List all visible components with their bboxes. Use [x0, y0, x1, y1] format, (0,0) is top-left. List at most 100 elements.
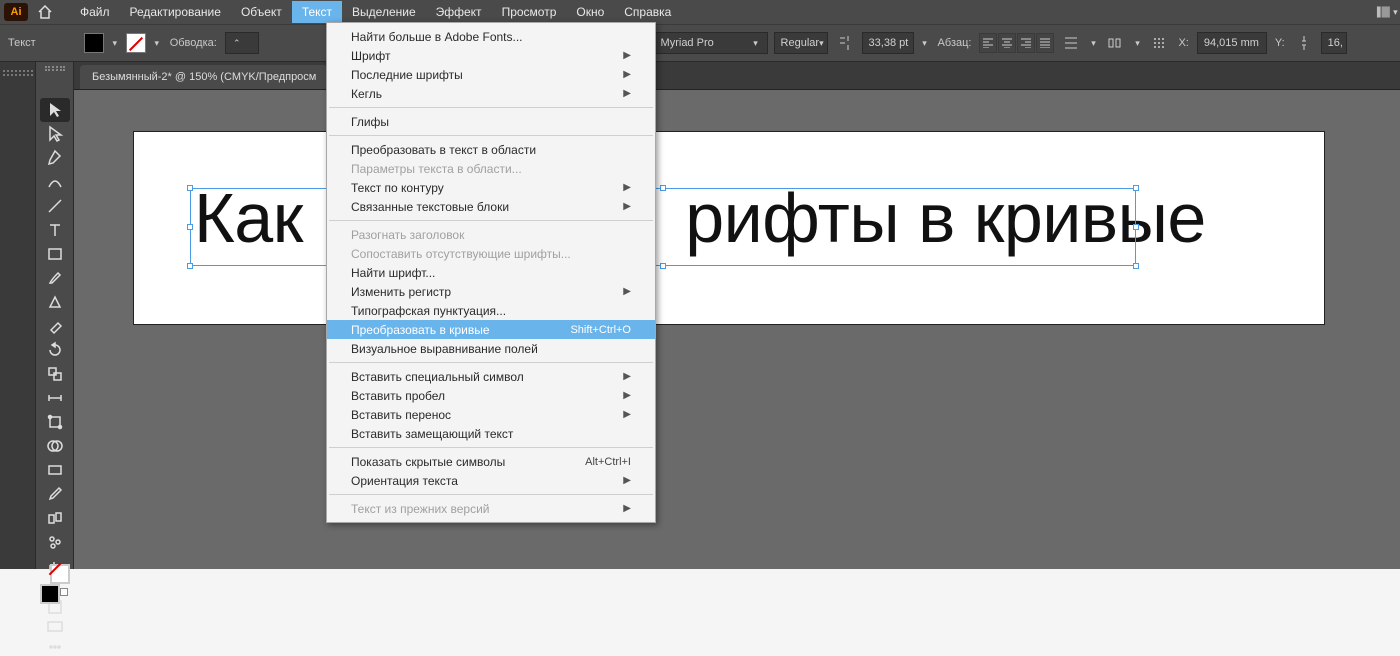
- panel-drag-handle[interactable]: [3, 70, 33, 76]
- document-tabbar: Безымянный-2* @ 150% (CMYK/Предпросм: [74, 62, 1400, 90]
- menu-option-label: Связанные текстовые блоки: [351, 200, 509, 214]
- menu-option[interactable]: Найти шрифт...: [327, 263, 655, 282]
- link-xy-icon[interactable]: [1293, 32, 1315, 54]
- scale-tool[interactable]: [40, 362, 70, 386]
- submenu-arrow-icon: ▶: [623, 390, 631, 401]
- type-tool[interactable]: [40, 218, 70, 242]
- stroke-swatch[interactable]: [126, 33, 146, 53]
- document-tab-title: Безымянный-2* @ 150% (CMYK/Предпросм: [92, 71, 316, 83]
- align-center-button[interactable]: [998, 33, 1016, 53]
- menu-option[interactable]: Связанные текстовые блоки▶: [327, 197, 655, 216]
- paragraph-align-group: [979, 33, 1054, 53]
- menu-option-label: Преобразовать в текст в области: [351, 143, 536, 157]
- left-stack: [0, 62, 74, 569]
- align-panel-icon[interactable]: [1104, 32, 1126, 54]
- menu-option-label: Вставить пробел: [351, 389, 445, 403]
- menu-option[interactable]: Глифы: [327, 112, 655, 131]
- menu-item-эффект[interactable]: Эффект: [426, 1, 492, 23]
- list-options-icon[interactable]: [1060, 32, 1082, 54]
- menu-option-label: Глифы: [351, 115, 389, 129]
- screen-mode-icon[interactable]: [40, 618, 70, 636]
- control-bar: Текст ▾ ▾ Обводка: ⌃ Символ: Myriad Pro▾…: [0, 24, 1400, 62]
- submenu-arrow-icon: ▶: [623, 88, 631, 99]
- eyedropper-tool[interactable]: [40, 482, 70, 506]
- paintbrush-tool[interactable]: [40, 266, 70, 290]
- edit-toolbar-icon[interactable]: [40, 638, 70, 656]
- shape-builder-tool[interactable]: [40, 434, 70, 458]
- font-family-select[interactable]: Myriad Pro▾: [654, 32, 768, 54]
- menu-option[interactable]: Последние шрифты▶: [327, 65, 655, 84]
- menu-option-label: Вставить специальный символ: [351, 370, 524, 384]
- menu-option[interactable]: Изменить регистр▶: [327, 282, 655, 301]
- menu-option[interactable]: Преобразовать в кривыеShift+Ctrl+O: [327, 320, 655, 339]
- text-menu-dropdown: Найти больше в Adobe Fonts...Шрифт▶После…: [326, 22, 656, 523]
- menu-item-текст[interactable]: Текст: [292, 1, 342, 23]
- transform-panel-icon[interactable]: [1148, 32, 1170, 54]
- menu-shortcut: Alt+Ctrl+I: [585, 456, 631, 468]
- menu-option[interactable]: Найти больше в Adobe Fonts...: [327, 27, 655, 46]
- menu-option: Параметры текста в области...: [327, 159, 655, 178]
- free-transform-tool[interactable]: [40, 410, 70, 434]
- document-tab[interactable]: Безымянный-2* @ 150% (CMYK/Предпросм: [80, 65, 328, 89]
- y-input[interactable]: 16,: [1321, 32, 1347, 54]
- direct-selection-tool[interactable]: [40, 122, 70, 146]
- tools-drag-handle[interactable]: [45, 66, 65, 71]
- menu-option[interactable]: Текст по контуру▶: [327, 178, 655, 197]
- menu-option-label: Кегль: [351, 87, 382, 101]
- gradient-tool[interactable]: [40, 458, 70, 482]
- x-input[interactable]: 94,015 mm: [1197, 32, 1267, 54]
- menu-option[interactable]: Шрифт▶: [327, 46, 655, 65]
- menu-item-справка[interactable]: Справка: [614, 1, 681, 23]
- home-icon[interactable]: [34, 3, 56, 21]
- rotate-tool[interactable]: [40, 338, 70, 362]
- menu-option[interactable]: Вставить замещающий текст: [327, 424, 655, 443]
- menubar: Ai ФайлРедактированиеОбъектТекстВыделени…: [0, 0, 1400, 24]
- menu-separator: [329, 135, 653, 136]
- menu-option[interactable]: Вставить пробел ▶: [327, 386, 655, 405]
- align-justify-button[interactable]: [1036, 33, 1054, 53]
- line-segment-tool[interactable]: [40, 194, 70, 218]
- menu-option[interactable]: Кегль ▶: [327, 84, 655, 103]
- x-label: X:: [1176, 37, 1190, 49]
- menu-option[interactable]: Вставить специальный символ▶: [327, 367, 655, 386]
- menu-option[interactable]: Показать скрытые символы Alt+Ctrl+I: [327, 452, 655, 471]
- fill-color-icon[interactable]: [40, 584, 60, 604]
- blend-tool[interactable]: [40, 506, 70, 530]
- menu-item-выделение[interactable]: Выделение: [342, 1, 426, 23]
- stroke-weight-stepper[interactable]: ⌃: [225, 32, 259, 54]
- font-size-input[interactable]: 33,38 pt: [862, 32, 914, 54]
- symbol-sprayer-tool[interactable]: [40, 530, 70, 554]
- menu-option[interactable]: Типографская пунктуация...: [327, 301, 655, 320]
- menu-option-label: Показать скрытые символы: [351, 455, 505, 469]
- workspace-switcher-icon[interactable]: ▾: [1376, 2, 1400, 22]
- menu-option[interactable]: Визуальное выравнивание полей: [327, 339, 655, 358]
- menu-option[interactable]: Вставить перенос▶: [327, 405, 655, 424]
- submenu-arrow-icon: ▶: [623, 69, 631, 80]
- stroke-color-icon[interactable]: [50, 564, 70, 584]
- curvature-tool[interactable]: [40, 170, 70, 194]
- menu-option[interactable]: Преобразовать в текст в области: [327, 140, 655, 159]
- width-tool[interactable]: [40, 386, 70, 410]
- menu-item-окно[interactable]: Окно: [566, 1, 614, 23]
- menu-item-просмотр[interactable]: Просмотр: [492, 1, 567, 23]
- fill-swatch[interactable]: [84, 33, 104, 53]
- align-left-button[interactable]: [979, 33, 997, 53]
- menu-option-label: Текст по контуру: [351, 181, 444, 195]
- eraser-tool[interactable]: [40, 314, 70, 338]
- font-weight-select[interactable]: Regular▾: [774, 32, 828, 54]
- shaper-tool[interactable]: [40, 290, 70, 314]
- menu-item-файл[interactable]: Файл: [70, 1, 120, 23]
- menu-option: Сопоставить отсутствующие шрифты...: [327, 244, 655, 263]
- rectangle-tool[interactable]: [40, 242, 70, 266]
- submenu-arrow-icon: ▶: [623, 409, 631, 420]
- menu-item-редактирование[interactable]: Редактирование: [120, 1, 231, 23]
- menu-item-объект[interactable]: Объект: [231, 1, 292, 23]
- mode-label: Текст: [6, 37, 38, 49]
- align-right-button[interactable]: [1017, 33, 1035, 53]
- menu-option[interactable]: Ориентация текста▶: [327, 471, 655, 490]
- font-size-stepper-icon[interactable]: [834, 32, 856, 54]
- app-logo: Ai: [4, 3, 28, 21]
- tools-panel: [36, 62, 74, 569]
- pen-tool[interactable]: [40, 146, 70, 170]
- selection-tool[interactable]: [40, 98, 70, 122]
